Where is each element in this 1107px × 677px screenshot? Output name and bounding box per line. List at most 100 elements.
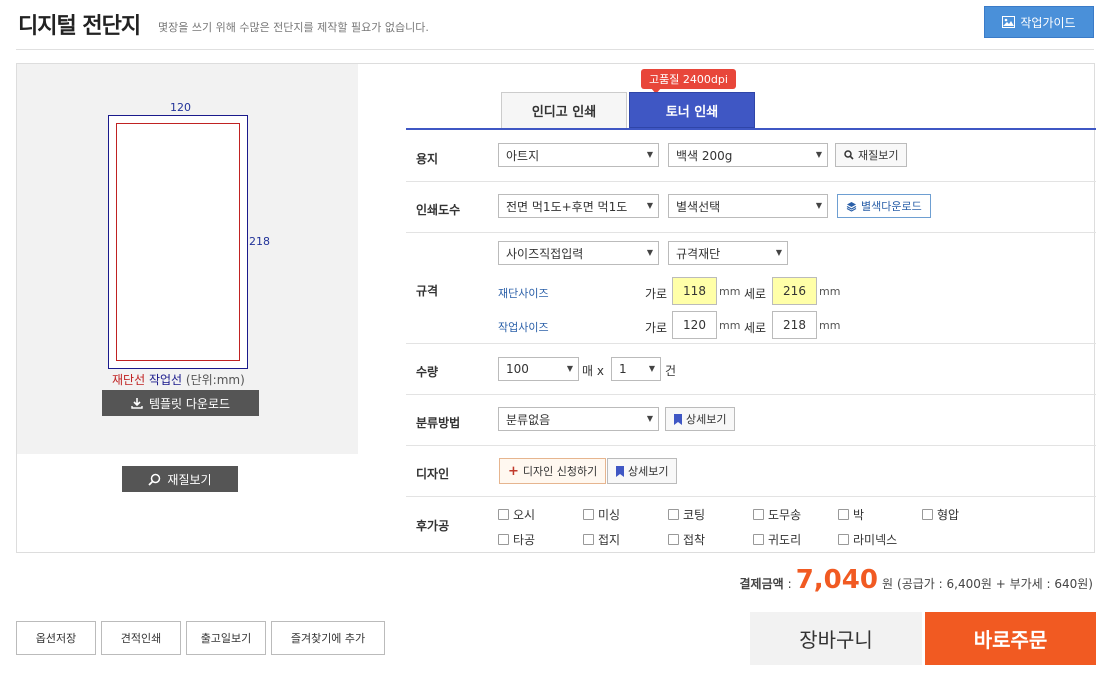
- checkbox-osi[interactable]: 오시: [498, 506, 535, 523]
- checkbox-label: 귀도리: [768, 533, 802, 547]
- add-favorite-button[interactable]: 즐겨찾기에 추가: [271, 621, 385, 655]
- checkbox-label: 코팅: [683, 508, 706, 522]
- tab-indigo-print[interactable]: 인디고 인쇄: [501, 92, 627, 128]
- checkbox-glue[interactable]: 접착: [668, 531, 705, 548]
- cut-mode-select[interactable]: 규격재단: [668, 241, 788, 265]
- price-summary: 결제금액 : 7,040 원 (공급가 : 6,400원 + 부가세 : 640…: [740, 565, 1094, 595]
- checkbox-round-corner[interactable]: 귀도리: [753, 531, 801, 548]
- cut-height-label: 세로: [744, 287, 767, 301]
- legend-cut: 재단선: [112, 373, 146, 387]
- special-color-select[interactable]: 별색선택: [668, 194, 828, 218]
- checkbox-coating[interactable]: 코팅: [668, 506, 705, 523]
- work-height-input[interactable]: [772, 311, 817, 339]
- cut-height-unit: mm: [819, 285, 841, 298]
- checkbox-box[interactable]: [498, 534, 509, 545]
- magnifier-icon: [148, 473, 161, 486]
- paper-material-button[interactable]: 재질보기: [835, 143, 908, 167]
- paper-row: 용지 아트지 백색 200g 재질보기: [406, 130, 1096, 182]
- cut-line-box: [116, 123, 240, 361]
- preview-legend: 재단선 작업선 (단위:mm): [112, 371, 245, 388]
- checkbox-laminex[interactable]: 라미넥스: [838, 531, 897, 548]
- checkbox-box[interactable]: [668, 534, 679, 545]
- template-download-button[interactable]: 템플릿 다운로드: [102, 390, 259, 416]
- checkbox-label: 박: [853, 508, 865, 522]
- work-line-box: [108, 115, 248, 369]
- work-width-input[interactable]: [672, 311, 717, 339]
- checkbox-box[interactable]: [922, 509, 933, 520]
- price-label: 결제금액: [739, 577, 784, 591]
- checkbox-box[interactable]: [838, 509, 849, 520]
- work-guide-button[interactable]: 작업가이드: [984, 6, 1094, 38]
- design-detail-button[interactable]: 상세보기: [607, 458, 678, 484]
- print-color-label: 인쇄도수: [416, 203, 461, 217]
- sorting-detail-label: 상세보기: [686, 413, 727, 426]
- special-color-download-button[interactable]: 별색다운로드: [837, 194, 931, 218]
- estimate-print-button[interactable]: 견적인쇄: [101, 621, 181, 655]
- design-apply-button[interactable]: + 디자인 신청하기: [499, 458, 607, 484]
- cut-height-input[interactable]: [772, 277, 817, 305]
- size-input-mode-select[interactable]: 사이즈직접입력: [498, 241, 659, 265]
- checkbox-box[interactable]: [498, 509, 509, 520]
- cut-width-label: 가로: [645, 287, 668, 301]
- cart-button[interactable]: 장바구니: [750, 612, 922, 665]
- print-color-row: 인쇄도수 전면 먹1도+후면 먹1도 별색선택 별색다운로드: [406, 182, 1096, 233]
- order-now-button[interactable]: 바로주문: [925, 612, 1096, 665]
- checkbox-foil[interactable]: 박: [838, 506, 864, 523]
- paper-type-select[interactable]: 아트지: [498, 143, 659, 167]
- checkbox-label: 접지: [598, 533, 621, 547]
- material-view-button[interactable]: 재질보기: [122, 466, 238, 492]
- size-preview: 120 218 재단선 작업선 (단위:mm) 템플릿 다운로드: [17, 64, 358, 454]
- download-icon: [131, 398, 143, 409]
- page-subtitle: 몇장을 쓰기 위해 수많은 전단지를 제작할 필요가 없습니다.: [158, 21, 429, 34]
- work-size-label: 작업사이즈: [498, 321, 549, 334]
- work-width-unit: mm: [719, 319, 741, 332]
- page-title: 디지털 전단지: [18, 14, 141, 39]
- price-breakdown: (공급가 : 6,400원 + 부가세 : 640원): [897, 577, 1093, 591]
- checkbox-box[interactable]: [838, 534, 849, 545]
- bookmark-icon: [616, 465, 624, 477]
- sorting-label: 분류방법: [416, 416, 461, 430]
- price-colon: :: [787, 577, 792, 591]
- post-processing-label: 후가공: [416, 519, 450, 533]
- checkbox-box[interactable]: [583, 509, 594, 520]
- design-detail-label: 상세보기: [628, 465, 669, 478]
- price-total: 7,040: [795, 565, 878, 595]
- design-apply-label: 디자인 신청하기: [522, 465, 598, 478]
- design-label: 디자인: [416, 467, 450, 481]
- search-icon: [844, 150, 854, 160]
- print-color-select[interactable]: 전면 먹1도+후면 먹1도: [498, 194, 659, 218]
- paper-weight-select[interactable]: 백색 200g: [668, 143, 828, 167]
- checkbox-box[interactable]: [753, 509, 764, 520]
- ship-date-button[interactable]: 출고일보기: [186, 621, 266, 655]
- checkbox-emboss[interactable]: 형압: [922, 506, 959, 523]
- template-download-label: 템플릿 다운로드: [148, 396, 231, 411]
- count-unit: 건: [665, 364, 677, 378]
- checkbox-fold[interactable]: 접지: [583, 531, 620, 548]
- count-select[interactable]: 1: [611, 357, 661, 381]
- quality-badge: 고품질 2400dpi: [641, 69, 736, 89]
- sorting-select[interactable]: 분류없음: [498, 407, 659, 431]
- quantity-select[interactable]: 100: [498, 357, 579, 381]
- paper-label: 용지: [416, 152, 439, 166]
- tab-toner-print[interactable]: 토너 인쇄: [629, 92, 755, 128]
- checkbox-box[interactable]: [583, 534, 594, 545]
- checkbox-box[interactable]: [753, 534, 764, 545]
- work-height-unit: mm: [819, 319, 841, 332]
- price-currency: 원: [881, 577, 894, 591]
- checkbox-box[interactable]: [668, 509, 679, 520]
- checkbox-label: 오시: [513, 508, 536, 522]
- material-view-label: 재질보기: [167, 472, 212, 487]
- save-option-button[interactable]: 옵션저장: [16, 621, 96, 655]
- cut-size-label: 재단사이즈: [498, 287, 549, 300]
- sorting-detail-button[interactable]: 상세보기: [665, 407, 736, 431]
- checkbox-label: 타공: [513, 533, 536, 547]
- quantity-label: 수량: [416, 365, 439, 379]
- preview-height-label: 218: [249, 235, 270, 248]
- checkbox-punch[interactable]: 타공: [498, 531, 535, 548]
- checkbox-thomson[interactable]: 도무송: [753, 506, 801, 523]
- cut-width-input[interactable]: [672, 277, 717, 305]
- image-icon: [1002, 16, 1016, 28]
- layers-icon: [846, 201, 857, 212]
- header-divider: [16, 49, 1094, 50]
- checkbox-missing[interactable]: 미싱: [583, 506, 620, 523]
